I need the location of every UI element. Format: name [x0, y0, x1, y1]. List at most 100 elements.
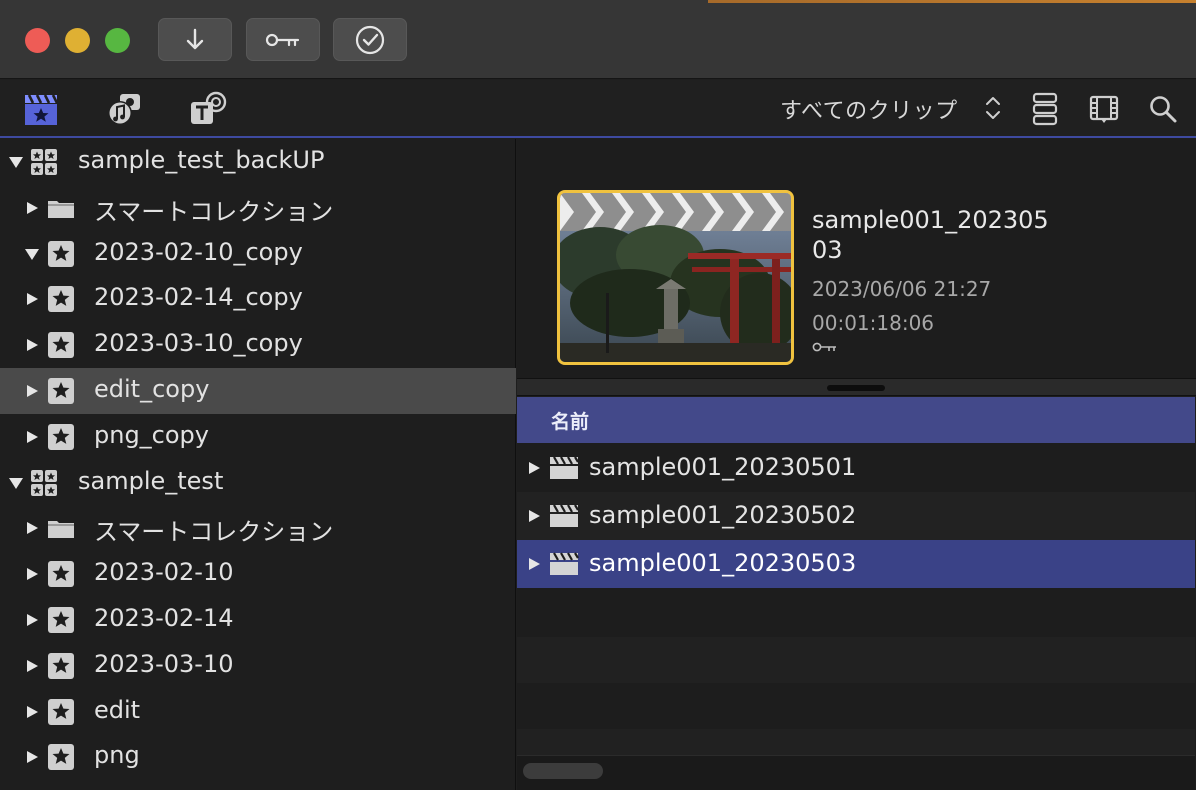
folder-icon: [48, 200, 74, 218]
sidebar-item-label: スマートコレクション: [94, 197, 334, 226]
sidebar-item-label: sample_test_backUP: [78, 146, 325, 174]
disclosure-right-icon[interactable]: [527, 509, 541, 523]
close-window-button[interactable]: [25, 28, 50, 53]
event-star-icon: [48, 607, 74, 633]
sidebar-item[interactable]: 2023-03-10_copy: [0, 322, 516, 368]
sidebar-item[interactable]: png: [0, 734, 516, 780]
filmstrip-view-button[interactable]: [1084, 90, 1124, 128]
event-star-icon: [48, 286, 74, 313]
sidebar-item-label: 2023-03-10: [94, 649, 234, 678]
keywords-button[interactable]: [246, 18, 320, 61]
event-star-icon: [48, 561, 74, 588]
pane-resize-divider[interactable]: [517, 378, 1196, 396]
disclosure-right-icon[interactable]: [25, 201, 39, 215]
clip-list-label: sample001_20230501: [589, 453, 857, 481]
disclosure-right-icon[interactable]: [25, 338, 39, 352]
clip-appearance-icon: [1032, 92, 1058, 126]
background-tasks-button[interactable]: [333, 18, 407, 61]
disclosure-right-icon[interactable]: [25, 613, 39, 627]
photos-music-icon: [108, 94, 140, 125]
folder-icon: [48, 521, 74, 539]
event-star-icon: [48, 698, 74, 725]
sidebar-item[interactable]: edit_copy: [0, 368, 516, 414]
clip-duration: 00:01:18:06: [812, 311, 935, 335]
event-star-icon: [48, 744, 74, 771]
disclosure-right-icon[interactable]: [25, 430, 39, 444]
search-icon: [1150, 96, 1177, 123]
sidebar-item-label: edit_copy: [94, 375, 210, 403]
titles-generators-tab[interactable]: [188, 90, 228, 128]
clip-list-row[interactable]: sample001_20230503: [517, 540, 1195, 588]
empty-row: [517, 591, 1195, 637]
column-header-label: 名前: [551, 410, 590, 433]
library-sidebar: sample_test_backUP スマートコレクション 2023-02-10_c…: [0, 139, 516, 790]
sidebar-item[interactable]: edit: [0, 689, 516, 735]
checkmark-circle-icon: [355, 25, 385, 54]
sidebar-item[interactable]: 2023-03-10: [0, 643, 516, 689]
column-header-name[interactable]: 名前: [517, 397, 1195, 443]
clip-list-row[interactable]: sample001_20230502: [517, 492, 1195, 540]
disclosure-down-icon[interactable]: [9, 155, 23, 169]
sidebar-item-label: スマートコレクション: [94, 518, 334, 547]
empty-row: [517, 729, 1195, 755]
sidebar-item-label: sample_test: [78, 466, 224, 495]
sidebar-item[interactable]: sample_test_backUP: [0, 139, 516, 185]
disclosure-right-icon[interactable]: [527, 461, 541, 475]
scrollbar-thumb[interactable]: [523, 763, 603, 779]
title-bar-accent: [708, 0, 1196, 3]
import-button[interactable]: [158, 18, 232, 61]
disclosure-right-icon[interactable]: [25, 567, 39, 581]
sidebar-item-label: 2023-02-14: [94, 604, 234, 632]
libraries-tab[interactable]: [21, 90, 61, 128]
clapper-icon: [550, 504, 579, 527]
event-star-icon: [48, 378, 74, 404]
clip-name: sample001_20230503: [812, 206, 1049, 264]
event-star-icon: [48, 240, 74, 267]
disclosure-right-icon[interactable]: [25, 705, 39, 719]
disclosure-right-icon[interactable]: [25, 521, 39, 535]
browser-pane: sample001_20230503 2023/06/06 21:27 00:0…: [517, 139, 1196, 790]
search-button[interactable]: [1143, 90, 1183, 128]
event-star-icon: [48, 652, 74, 679]
sidebar-item[interactable]: スマートコレクション: [0, 185, 516, 231]
sidebar-item-label: 2023-02-10_copy: [94, 237, 303, 266]
chevron-updown-icon[interactable]: [983, 94, 1003, 122]
horizontal-scrollbar[interactable]: [517, 755, 1195, 790]
titles-generators-icon: [191, 91, 227, 124]
clip-list-label: sample001_20230503: [589, 549, 857, 577]
sidebar-item[interactable]: 2023-02-10: [0, 551, 516, 597]
zoom-window-button[interactable]: [105, 28, 130, 53]
clip-thumbnail[interactable]: [557, 190, 794, 365]
disclosure-right-icon[interactable]: [25, 750, 39, 764]
download-arrow-icon: [186, 28, 204, 49]
disclosure-right-icon[interactable]: [25, 384, 39, 398]
clapper-star-icon: [25, 94, 59, 125]
minimize-window-button[interactable]: [65, 28, 90, 53]
sidebar-item[interactable]: 2023-02-10_copy: [0, 231, 516, 277]
sidebar-item[interactable]: 2023-02-14_copy: [0, 276, 516, 322]
sidebar-item[interactable]: スマートコレクション: [0, 505, 516, 551]
sidebar-item-label: 2023-02-10: [94, 558, 234, 587]
clip-appearance-button[interactable]: [1025, 90, 1065, 128]
event-star-icon: [48, 332, 74, 359]
title-bar: [0, 0, 1196, 79]
event-star-icon: [48, 423, 74, 450]
key-icon: [812, 342, 836, 352]
clip-thumbnail-image: [560, 193, 791, 362]
disclosure-down-icon[interactable]: [9, 476, 23, 490]
photos-audio-tab[interactable]: [105, 90, 145, 128]
sidebar-item-label: edit: [94, 695, 141, 724]
library-icon: [31, 149, 57, 175]
clip-list-row[interactable]: sample001_20230501: [517, 444, 1195, 492]
filmstrip-icon: [1089, 95, 1119, 123]
sidebar-item[interactable]: 2023-02-14: [0, 597, 516, 643]
clip-filter-popup[interactable]: すべてのクリップ: [780, 93, 958, 125]
sidebar-item[interactable]: sample_test: [0, 460, 516, 506]
resize-grip[interactable]: [827, 385, 885, 391]
clapper-icon: [550, 456, 579, 479]
disclosure-down-icon[interactable]: [25, 247, 39, 261]
disclosure-right-icon[interactable]: [25, 659, 39, 673]
disclosure-right-icon[interactable]: [527, 557, 541, 571]
disclosure-right-icon[interactable]: [25, 292, 39, 306]
sidebar-item[interactable]: png_copy: [0, 414, 516, 460]
